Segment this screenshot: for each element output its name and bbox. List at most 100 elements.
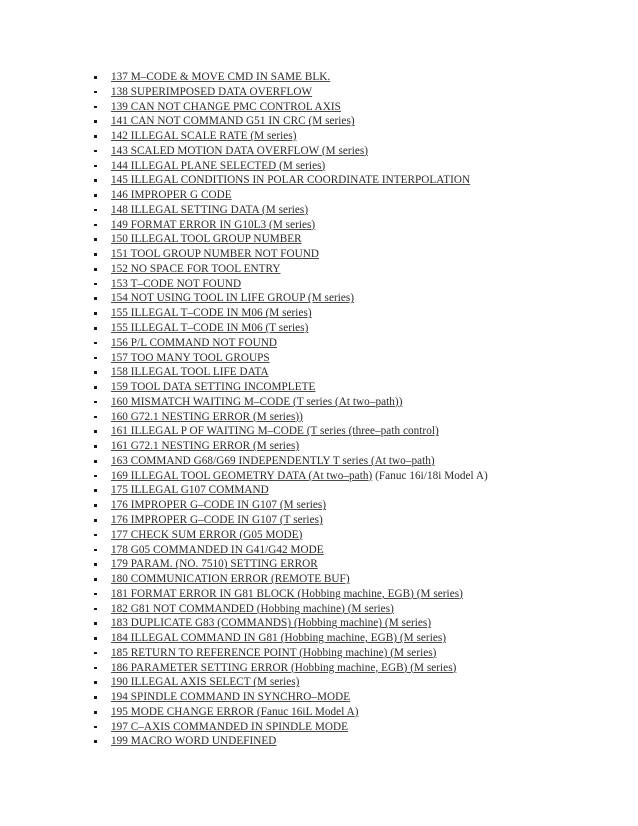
alarm-code-link[interactable]: 139 CAN NOT CHANGE PMC CONTROL AXIS	[111, 101, 341, 113]
alarm-code-link[interactable]: 178 G05 COMMANDED IN G41/G42 MODE	[111, 544, 324, 556]
alarm-code-link[interactable]: 160 G72.1 NESTING ERROR (M series))	[111, 411, 303, 423]
alarm-code-link[interactable]: 142 ILLEGAL SCALE RATE (M series)	[111, 130, 297, 142]
alarm-code-link[interactable]: 149 FORMAT ERROR IN G10L3 (M series)	[111, 219, 315, 231]
list-item: 159 TOOL DATA SETTING INCOMPLETE	[0, 380, 638, 395]
square-bullet-icon	[94, 696, 97, 699]
alarm-code-link[interactable]: 169 ILLEGAL TOOL GEOMETRY DATA (At two–p…	[111, 470, 372, 482]
list-item: 139 CAN NOT CHANGE PMC CONTROL AXIS	[0, 100, 638, 115]
alarm-code-link[interactable]: 141 CAN NOT COMMAND G51 IN CRC (M series…	[111, 115, 355, 127]
square-bullet-icon	[94, 282, 97, 286]
square-bullet-icon	[94, 267, 97, 271]
square-bullet-icon	[94, 459, 97, 463]
list-item: 176 IMPROPER G–CODE IN G107 (T series)	[0, 513, 638, 528]
alarm-code-link[interactable]: 155 ILLEGAL T–CODE IN M06 (M series)	[111, 307, 312, 319]
alarm-code-link[interactable]: 195 MODE CHANGE ERROR (Fanuc 16iL Model …	[111, 706, 359, 718]
alarm-code-link[interactable]: 156 P/L COMMAND NOT FOUND	[111, 337, 277, 349]
alarm-code-link[interactable]: 159 TOOL DATA SETTING INCOMPLETE	[111, 381, 315, 393]
alarm-code-link[interactable]: 144 ILLEGAL PLANE SELECTED (M series)	[111, 160, 325, 172]
alarm-code-link[interactable]: 194 SPINDLE COMMAND IN SYNCHRO–MODE	[111, 691, 350, 703]
square-bullet-icon	[94, 445, 97, 448]
list-item: 163 COMMAND G68/G69 INDEPENDENTLY T seri…	[0, 454, 638, 469]
alarm-code-link[interactable]: 160 MISMATCH WAITING M–CODE (T series (A…	[111, 396, 402, 408]
alarm-code-link[interactable]: 143 SCALED MOTION DATA OVERFLOW (M serie…	[111, 145, 368, 157]
alarm-code-link[interactable]: 182 G81 NOT COMMANDED (Hobbing machine) …	[111, 603, 394, 615]
list-item: 179 PARAM. (NO. 7510) SETTING ERROR	[0, 557, 638, 572]
alarm-code-link[interactable]: 181 FORMAT ERROR IN G81 BLOCK (Hobbing m…	[111, 588, 463, 600]
square-bullet-icon	[94, 341, 97, 345]
alarm-code-link[interactable]: 185 RETURN TO REFERENCE POINT (Hobbing m…	[111, 647, 436, 659]
list-item: 141 CAN NOT COMMAND G51 IN CRC (M series…	[0, 114, 638, 129]
square-bullet-icon	[94, 489, 97, 493]
alarm-code-link[interactable]: 154 NOT USING TOOL IN LIFE GROUP (M seri…	[111, 292, 354, 304]
alarm-code-link[interactable]: 176 IMPROPER G–CODE IN G107 (M series)	[111, 499, 326, 511]
list-item: 149 FORMAT ERROR IN G10L3 (M series)	[0, 218, 638, 233]
list-item: 148 ILLEGAL SETTING DATA (M series)	[0, 203, 638, 218]
alarm-code-link[interactable]: 138 SUPERIMPOSED DATA OVERFLOW	[111, 86, 312, 98]
list-item: 184 ILLEGAL COMMAND IN G81 (Hobbing mach…	[0, 631, 638, 646]
alarm-code-link[interactable]: 179 PARAM. (NO. 7510) SETTING ERROR	[111, 558, 318, 570]
alarm-code-list: 137 M–CODE & MOVE CMD IN SAME BLK. 138 SU…	[0, 70, 638, 749]
alarm-code-link[interactable]: 155 ILLEGAL T–CODE IN M06 (T series)	[111, 322, 308, 334]
list-item: 142 ILLEGAL SCALE RATE (M series)	[0, 129, 638, 144]
alarm-code-link[interactable]: 157 TOO MANY TOOL GROUPS	[111, 352, 270, 364]
list-item: 160 G72.1 NESTING ERROR (M series))	[0, 410, 638, 425]
alarm-code-link[interactable]: 199 MACRO WORD UNDEFINED	[111, 735, 276, 747]
alarm-code-link[interactable]: 175 ILLEGAL G107 COMMAND	[111, 484, 269, 496]
square-bullet-icon	[94, 415, 97, 419]
list-item: 180 COMMUNICATION ERROR (REMOTE BUF)	[0, 572, 638, 587]
square-bullet-icon	[94, 179, 97, 182]
list-item: 178 G05 COMMANDED IN G41/G42 MODE	[0, 543, 638, 558]
list-item: 143 SCALED MOTION DATA OVERFLOW (M serie…	[0, 144, 638, 159]
list-item: 153 T–CODE NOT FOUND	[0, 277, 638, 292]
square-bullet-icon	[94, 548, 97, 552]
square-bullet-icon	[94, 135, 97, 138]
alarm-code-link[interactable]: 184 ILLEGAL COMMAND IN G81 (Hobbing mach…	[111, 632, 446, 644]
alarm-code-link[interactable]: 161 ILLEGAL P OF WAITING M–CODE (T serie…	[111, 425, 439, 437]
square-bullet-icon	[94, 90, 97, 94]
square-bullet-icon	[94, 518, 97, 522]
square-bullet-icon	[94, 371, 97, 374]
alarm-code-link[interactable]: 151 TOOL GROUP NUMBER NOT FOUND	[111, 248, 319, 260]
square-bullet-icon	[94, 666, 97, 670]
square-bullet-icon	[94, 194, 97, 197]
alarm-code-link[interactable]: 161 G72.1 NESTING ERROR (M series)	[111, 440, 299, 452]
list-item: 138 SUPERIMPOSED DATA OVERFLOW	[0, 85, 638, 100]
alarm-code-link[interactable]: 183 DUPLICATE G83 (COMMANDS) (Hobbing ma…	[111, 617, 431, 629]
alarm-code-link[interactable]: 146 IMPROPER G CODE	[111, 189, 232, 201]
alarm-code-link[interactable]: 137 M–CODE & MOVE CMD IN SAME BLK.	[111, 71, 330, 83]
square-bullet-icon	[94, 504, 97, 507]
alarm-code-link[interactable]: 186 PARAMETER SETTING ERROR (Hobbing mac…	[111, 662, 456, 674]
alarm-code-link[interactable]: 152 NO SPACE FOR TOOL ENTRY	[111, 263, 281, 275]
alarm-code-link[interactable]: 163 COMMAND G68/G69 INDEPENDENTLY T seri…	[111, 455, 435, 467]
alarm-code-link[interactable]: 148 ILLEGAL SETTING DATA (M series)	[111, 204, 308, 216]
square-bullet-icon	[94, 223, 97, 227]
list-item: 155 ILLEGAL T–CODE IN M06 (M series)	[0, 306, 638, 321]
alarm-code-link[interactable]: 150 ILLEGAL TOOL GROUP NUMBER	[111, 233, 302, 245]
list-item: 146 IMPROPER G CODE	[0, 188, 638, 203]
square-bullet-icon	[94, 592, 97, 596]
list-item: 176 IMPROPER G–CODE IN G107 (M series)	[0, 498, 638, 513]
list-item: 152 NO SPACE FOR TOOL ENTRY	[0, 262, 638, 277]
square-bullet-icon	[94, 740, 97, 744]
square-bullet-icon	[94, 474, 97, 478]
square-bullet-icon	[94, 637, 97, 640]
alarm-code-link[interactable]: 177 CHECK SUM ERROR (G05 MODE)	[111, 529, 302, 541]
alarm-code-link[interactable]: 190 ILLEGAL AXIS SELECT (M series)	[111, 676, 299, 688]
alarm-code-link[interactable]: 197 C–AXIS COMMANDED IN SPINDLE MODE	[111, 721, 348, 733]
list-item: 161 ILLEGAL P OF WAITING M–CODE (T serie…	[0, 424, 638, 439]
square-bullet-icon	[94, 76, 97, 79]
list-item: 199 MACRO WORD UNDEFINED	[0, 734, 638, 749]
alarm-code-note: (Fanuc 16i/18i Model A)	[372, 469, 488, 482]
list-item: 158 ILLEGAL TOOL LIFE DATA	[0, 365, 638, 380]
alarm-code-link[interactable]: 145 ILLEGAL CONDITIONS IN POLAR COORDINA…	[111, 174, 470, 186]
square-bullet-icon	[94, 400, 97, 404]
list-item: 183 DUPLICATE G83 (COMMANDS) (Hobbing ma…	[0, 616, 638, 631]
square-bullet-icon	[94, 356, 97, 360]
alarm-code-link[interactable]: 180 COMMUNICATION ERROR (REMOTE BUF)	[111, 573, 350, 585]
alarm-code-link[interactable]: 158 ILLEGAL TOOL LIFE DATA	[111, 366, 269, 378]
square-bullet-icon	[94, 238, 97, 242]
alarm-code-link[interactable]: 153 T–CODE NOT FOUND	[111, 278, 241, 290]
list-item: 151 TOOL GROUP NUMBER NOT FOUND	[0, 247, 638, 262]
list-item: 156 P/L COMMAND NOT FOUND	[0, 336, 638, 351]
alarm-code-link[interactable]: 176 IMPROPER G–CODE IN G107 (T series)	[111, 514, 323, 526]
